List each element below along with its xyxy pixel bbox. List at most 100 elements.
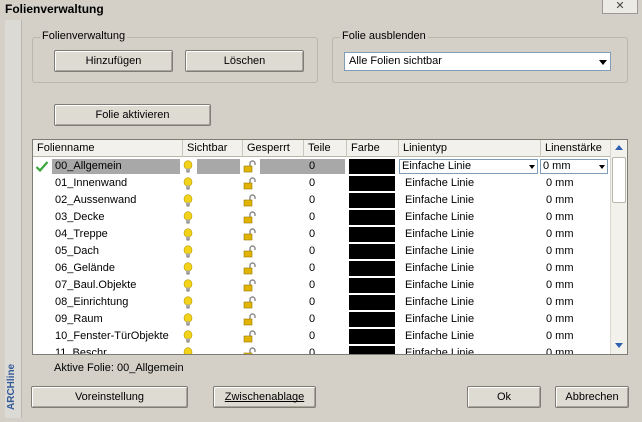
column-header-locked[interactable]: Gesperrt (243, 140, 304, 157)
color-swatch[interactable] (349, 244, 395, 259)
visible-bulb-icon[interactable] (183, 277, 203, 294)
layer-name[interactable]: 04_Treppe (55, 226, 183, 243)
color-swatch[interactable] (349, 295, 395, 310)
default-settings-button[interactable]: Voreinstellung (31, 386, 188, 408)
layer-name[interactable]: 07_Baul.Objekte (55, 277, 183, 294)
color-swatch[interactable] (349, 193, 395, 208)
cancel-button[interactable]: Abbrechen (555, 386, 629, 408)
visible-bulb-icon[interactable] (183, 209, 203, 226)
linewidth-value[interactable]: 0 mm (546, 328, 608, 345)
visible-bulb-icon[interactable] (183, 294, 203, 311)
linetype-value[interactable]: Einfache Linie (405, 260, 539, 277)
layer-name[interactable]: 10_Fenster-TürObjekte (55, 328, 183, 345)
table-row[interactable]: 02_Aussenwand 0 Einfache Linie 0 mm (33, 192, 610, 209)
linewidth-value[interactable]: 0 mm (546, 243, 608, 260)
lock-icon[interactable] (243, 158, 263, 175)
color-swatch[interactable] (349, 227, 395, 242)
table-row[interactable]: 04_Treppe 0 Einfache Linie 0 mm (33, 226, 610, 243)
lock-icon[interactable] (243, 328, 263, 345)
color-swatch[interactable] (349, 176, 395, 191)
lock-icon[interactable] (243, 294, 263, 311)
delete-button[interactable]: Löschen (185, 50, 304, 72)
lock-icon[interactable] (243, 192, 263, 209)
visible-bulb-icon[interactable] (183, 328, 203, 345)
lock-icon[interactable] (243, 226, 263, 243)
linewidth-value[interactable]: 0 mm (546, 294, 608, 311)
scroll-up-icon[interactable] (615, 145, 623, 150)
table-row[interactable]: 07_Baul.Objekte 0 Einfache Linie 0 mm (33, 277, 610, 294)
layer-name[interactable]: 06_Gelände (55, 260, 183, 277)
table-row[interactable]: 08_Einrichtung 0 Einfache Linie 0 mm (33, 294, 610, 311)
linetype-value[interactable]: Einfache Linie (405, 209, 539, 226)
linewidth-value[interactable]: 0 mm (546, 175, 608, 192)
ok-button[interactable]: Ok (467, 386, 541, 408)
layer-name[interactable]: 02_Aussenwand (55, 192, 183, 209)
lock-icon[interactable] (243, 311, 263, 328)
visible-bulb-icon[interactable] (183, 243, 203, 260)
layer-name[interactable]: 05_Dach (55, 243, 183, 260)
lock-icon[interactable] (243, 209, 263, 226)
linewidth-value[interactable]: 0 mm (546, 345, 608, 354)
linetype-select[interactable]: Einfache Linie (399, 159, 538, 174)
linewidth-value[interactable]: 0 mm (546, 192, 608, 209)
column-header-parts[interactable]: Teile (304, 140, 347, 157)
color-swatch[interactable] (349, 329, 395, 344)
add-button[interactable]: Hinzufügen (54, 50, 173, 72)
linewidth-value[interactable]: 0 mm (546, 226, 608, 243)
color-swatch[interactable] (349, 159, 395, 174)
lock-icon[interactable] (243, 260, 263, 277)
table-row[interactable]: 10_Fenster-TürObjekte 0 Einfache Linie 0 mm (33, 328, 610, 345)
column-header-linetype[interactable]: Linientyp (399, 140, 541, 157)
lock-icon[interactable] (243, 277, 263, 294)
linetype-value[interactable]: Einfache Linie (405, 294, 539, 311)
visible-bulb-icon[interactable] (183, 260, 203, 277)
column-header-color[interactable]: Farbe (347, 140, 399, 157)
color-swatch[interactable] (349, 346, 395, 354)
lock-icon[interactable] (243, 345, 263, 354)
table-row[interactable]: 03_Decke 0 Einfache Linie 0 mm (33, 209, 610, 226)
visible-bulb-icon[interactable] (183, 192, 203, 209)
visible-bulb-icon[interactable] (183, 158, 203, 175)
layer-name[interactable]: 09_Raum (55, 311, 183, 328)
scroll-down-icon[interactable] (615, 343, 623, 348)
visible-bulb-icon[interactable] (183, 345, 203, 354)
color-swatch[interactable] (349, 278, 395, 293)
lock-icon[interactable] (243, 243, 263, 260)
activate-layer-button[interactable]: Folie aktivieren (54, 104, 211, 126)
visible-bulb-icon[interactable] (183, 175, 203, 192)
table-row[interactable]: 00_Allgemein 0 Einfache Linie 0 mm (33, 158, 610, 175)
table-row[interactable]: 01_Innenwand 0 Einfache Linie 0 mm (33, 175, 610, 192)
visible-bulb-icon[interactable] (183, 226, 203, 243)
linewidth-value[interactable]: 0 mm (546, 277, 608, 294)
color-swatch[interactable] (349, 210, 395, 225)
layer-name[interactable]: 11_Beschr (55, 345, 183, 354)
layer-name[interactable]: 08_Einrichtung (55, 294, 183, 311)
scrollbar-thumb[interactable] (612, 157, 626, 203)
clipboard-button[interactable]: Zwischenablage (213, 386, 316, 408)
linetype-value[interactable]: Einfache Linie (405, 277, 539, 294)
linewidth-value[interactable]: 0 mm (546, 260, 608, 277)
table-row[interactable]: 05_Dach 0 Einfache Linie 0 mm (33, 243, 610, 260)
layer-name[interactable]: 01_Innenwand (55, 175, 183, 192)
column-header-linewidth[interactable]: Linenstärke (541, 140, 610, 157)
hide-layer-select[interactable]: Alle Folien sichtbar (344, 52, 611, 71)
table-row[interactable]: 06_Gelände 0 Einfache Linie 0 mm (33, 260, 610, 277)
linewidth-value[interactable]: 0 mm (546, 209, 608, 226)
linetype-value[interactable]: Einfache Linie (405, 311, 539, 328)
color-swatch[interactable] (349, 261, 395, 276)
linewidth-select[interactable]: 0 mm (540, 159, 608, 174)
close-button[interactable]: ✕ (602, 0, 638, 14)
linetype-value[interactable]: Einfache Linie (405, 192, 539, 209)
linewidth-value[interactable]: 0 mm (546, 311, 608, 328)
linetype-value[interactable]: Einfache Linie (405, 243, 539, 260)
column-header-name[interactable]: Folienname (33, 140, 183, 157)
linetype-value[interactable]: Einfache Linie (405, 226, 539, 243)
layer-name[interactable]: 00_Allgemein (55, 158, 183, 175)
layer-name[interactable]: 03_Decke (55, 209, 183, 226)
visible-bulb-icon[interactable] (183, 311, 203, 328)
table-row[interactable]: 09_Raum 0 Einfache Linie 0 mm (33, 311, 610, 328)
linetype-value[interactable]: Einfache Linie (405, 328, 539, 345)
vertical-scrollbar[interactable] (610, 140, 627, 354)
color-swatch[interactable] (349, 312, 395, 327)
lock-icon[interactable] (243, 175, 263, 192)
